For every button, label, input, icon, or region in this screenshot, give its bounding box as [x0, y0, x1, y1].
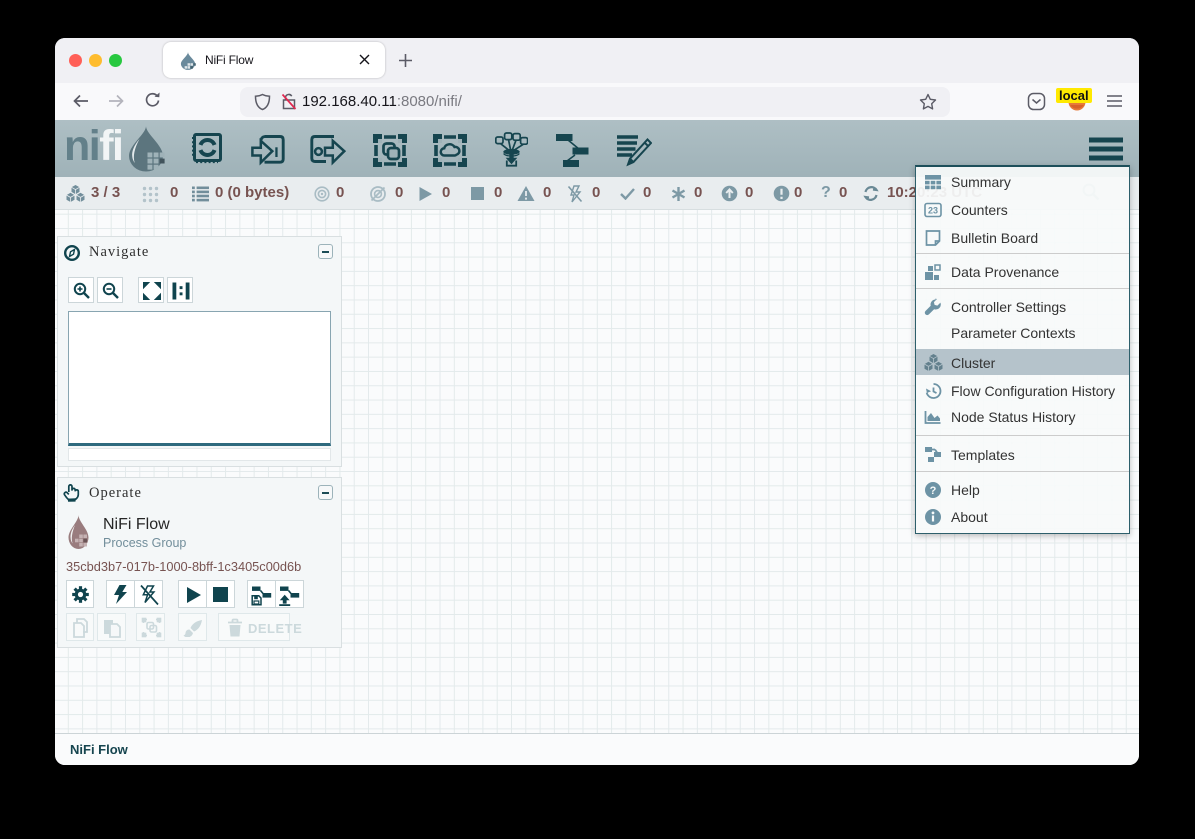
svg-text:23: 23: [928, 205, 938, 215]
svg-text:?: ?: [930, 485, 937, 497]
